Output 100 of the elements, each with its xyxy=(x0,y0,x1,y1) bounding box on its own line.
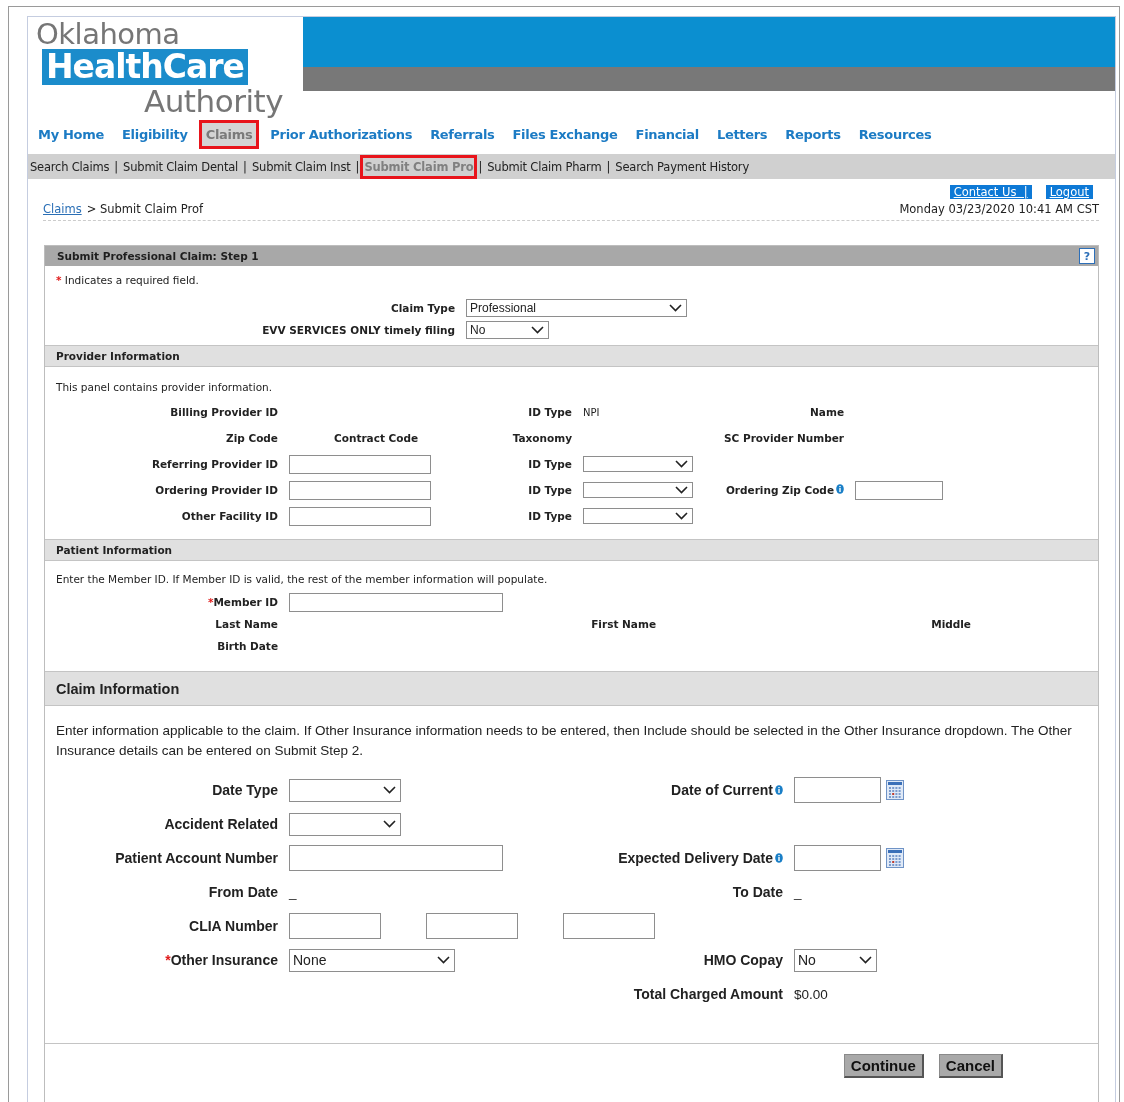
field-value: $0.00 xyxy=(794,986,828,1002)
field-label: Other Facility ID xyxy=(181,510,278,522)
header-link[interactable]: Logout xyxy=(1045,185,1093,199)
header-link[interactable]: Contact Us | xyxy=(949,185,1032,199)
input-field[interactable] xyxy=(563,913,655,939)
caret-icon xyxy=(383,786,396,794)
nav-link[interactable]: Prior Authorizations xyxy=(266,122,417,146)
section-title: Patient Information xyxy=(56,544,173,556)
field-label: Date Type xyxy=(212,782,278,798)
field-label: Name xyxy=(810,406,844,418)
dropdown[interactable]: No xyxy=(466,321,549,339)
nav-link[interactable]: Financial xyxy=(631,122,703,146)
field-label: Total Charged Amount xyxy=(633,986,783,1002)
cancel-button[interactable]: Cancel xyxy=(938,1054,1003,1078)
caret-icon xyxy=(859,956,872,964)
field-label: Claim Type xyxy=(391,302,455,314)
separator: | xyxy=(355,159,360,174)
date-time: Monday 03/23/2020 10:41 AM CST xyxy=(899,202,1099,216)
breadcrumb-link[interactable]: Claims xyxy=(43,202,82,216)
dropdown[interactable] xyxy=(583,508,693,524)
separator: | xyxy=(478,159,483,174)
input-field[interactable] xyxy=(289,913,381,939)
date-field[interactable] xyxy=(794,845,881,871)
input-field[interactable] xyxy=(426,913,518,939)
field-label: First Name xyxy=(591,618,656,630)
field-label: ID Type xyxy=(528,484,572,496)
field-label: EVV SERVICES ONLY timely filing xyxy=(262,324,455,336)
caret-icon xyxy=(531,326,544,334)
section-description: This panel contains provider information. xyxy=(55,380,274,395)
field-label: Accident Related xyxy=(164,816,278,832)
required-note: * Indicates a required field. xyxy=(55,274,200,286)
field-label: CLIA Number xyxy=(189,918,278,934)
field-value: _ xyxy=(289,884,297,900)
subnav-link[interactable]: Submit Claim Pharm xyxy=(486,157,603,176)
info-icon xyxy=(836,484,844,494)
field-label: Patient Account Number xyxy=(115,850,278,866)
field-label: *Member ID xyxy=(207,596,278,608)
date-field[interactable] xyxy=(794,777,881,803)
caret-icon xyxy=(669,304,682,312)
field-label: ID Type xyxy=(528,510,572,522)
caret-icon xyxy=(675,512,688,520)
dropdown[interactable]: None xyxy=(289,948,455,972)
section-description: Enter the Member ID. If Member ID is valid, the rest of the member information will populate. xyxy=(55,572,549,587)
subnav-link[interactable]: Submit Claim Inst xyxy=(250,157,352,176)
caret-icon xyxy=(437,956,450,964)
caret-icon xyxy=(675,460,688,468)
field-label: Ordering Provider ID xyxy=(155,484,278,496)
nav-link[interactable]: Reports xyxy=(781,122,845,146)
field-label: Date of Current xyxy=(671,782,783,798)
nav-link[interactable]: Claims xyxy=(201,122,257,146)
section-title: Claim Information xyxy=(56,680,180,697)
dropdown[interactable] xyxy=(583,456,693,472)
dropdown[interactable]: Professional xyxy=(466,299,687,317)
caret-icon xyxy=(383,820,396,828)
dropdown[interactable] xyxy=(583,482,693,498)
field-label: To Date xyxy=(732,884,783,900)
info-icon xyxy=(775,853,783,863)
breadcrumb-current: > Submit Claim Prof xyxy=(86,202,204,216)
nav-link[interactable]: Files Exchange xyxy=(508,122,622,146)
field-value: NPI xyxy=(583,406,600,418)
dropdown[interactable]: No xyxy=(794,948,877,972)
nav-link[interactable]: Letters xyxy=(712,122,772,146)
input-field[interactable] xyxy=(289,480,431,500)
dropdown[interactable] xyxy=(289,778,401,802)
subnav-link[interactable]: Search Claims xyxy=(29,157,111,176)
field-label: Middle xyxy=(931,618,971,630)
field-label: SC Provider Number xyxy=(724,432,844,444)
field-label: Taxonomy xyxy=(512,432,572,444)
nav-link[interactable]: Resources xyxy=(854,122,936,146)
field-label: Contract Code xyxy=(334,432,419,444)
field-label: ID Type xyxy=(528,458,572,470)
input-field[interactable] xyxy=(855,480,943,500)
field-label: ID Type xyxy=(528,406,572,418)
info-icon xyxy=(775,785,783,795)
input-field[interactable] xyxy=(289,454,431,474)
separator: | xyxy=(606,159,611,174)
input-field[interactable] xyxy=(289,592,503,612)
calendar-icon[interactable] xyxy=(886,780,904,800)
field-label: Referring Provider ID xyxy=(151,458,278,470)
section-description: Enter information applicable to the claim. If Other Insurance information needs to be entered, then Include should be selected in the Other Insurance dropdown. The Other Insurance details can be entered on Submit Step 2. xyxy=(55,722,1073,760)
input-field[interactable] xyxy=(289,845,503,871)
subnav-link[interactable]: Search Payment History xyxy=(614,157,750,176)
continue-button[interactable]: Continue xyxy=(843,1054,924,1078)
field-label: Expected Delivery Date xyxy=(618,850,783,866)
field-label: Last Name xyxy=(215,618,278,630)
nav-link[interactable]: Referrals xyxy=(426,122,499,146)
field-label: HMO Copay xyxy=(703,952,783,968)
nav-link[interactable]: Eligibility xyxy=(118,122,192,146)
help-icon[interactable]: ? xyxy=(1079,248,1095,264)
form-title: Submit Professional Claim: Step 1 xyxy=(57,250,259,262)
logo: Oklahoma HealthCare Authority xyxy=(35,17,284,119)
dropdown[interactable] xyxy=(289,812,401,836)
input-field[interactable] xyxy=(289,506,431,526)
field-label: Birth Date xyxy=(217,640,278,652)
nav-link[interactable]: My Home xyxy=(34,122,108,146)
calendar-icon[interactable] xyxy=(886,848,904,868)
field-label: Ordering Zip Code xyxy=(725,484,844,496)
subnav-link[interactable]: Submit Claim Dental xyxy=(122,157,240,176)
separator: | xyxy=(243,159,247,174)
field-label: Zip Code xyxy=(226,432,278,444)
